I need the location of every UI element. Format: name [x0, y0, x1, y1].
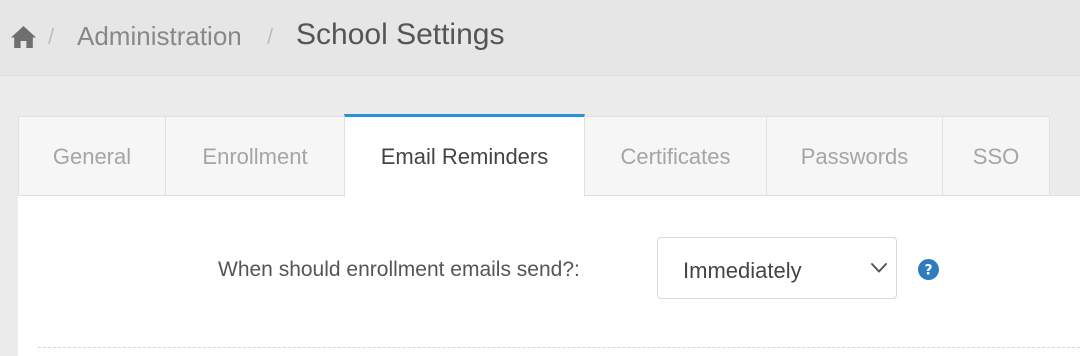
question-circle-icon[interactable]: ?	[918, 259, 939, 280]
svg-text:?: ?	[924, 263, 932, 279]
tab-passwords[interactable]: Passwords	[766, 116, 943, 196]
breadcrumb-administration-link[interactable]: Administration	[77, 21, 242, 52]
breadcrumb-separator: /	[48, 24, 55, 49]
section-divider	[38, 347, 1080, 348]
email-reminders-panel: When should enrollment emails send?: Imm…	[18, 195, 1080, 356]
tab-general[interactable]: General	[18, 116, 166, 196]
breadcrumb: / Administration / School Settings	[0, 0, 1080, 76]
tab-email-reminders[interactable]: Email Reminders	[344, 114, 585, 197]
page-title: School Settings	[296, 18, 505, 51]
tab-sso[interactable]: SSO	[942, 116, 1050, 196]
enrollment-emails-selected-value: Immediately	[683, 258, 802, 283]
enrollment-emails-select[interactable]: Immediately	[657, 237, 897, 299]
tab-enrollment[interactable]: Enrollment	[165, 116, 345, 196]
tab-certificates[interactable]: Certificates	[584, 116, 767, 196]
enrollment-emails-label: When should enrollment emails send?:	[218, 258, 580, 281]
home-icon[interactable]	[10, 25, 37, 49]
chevron-down-icon	[871, 263, 887, 273]
breadcrumb-separator: /	[267, 24, 274, 49]
